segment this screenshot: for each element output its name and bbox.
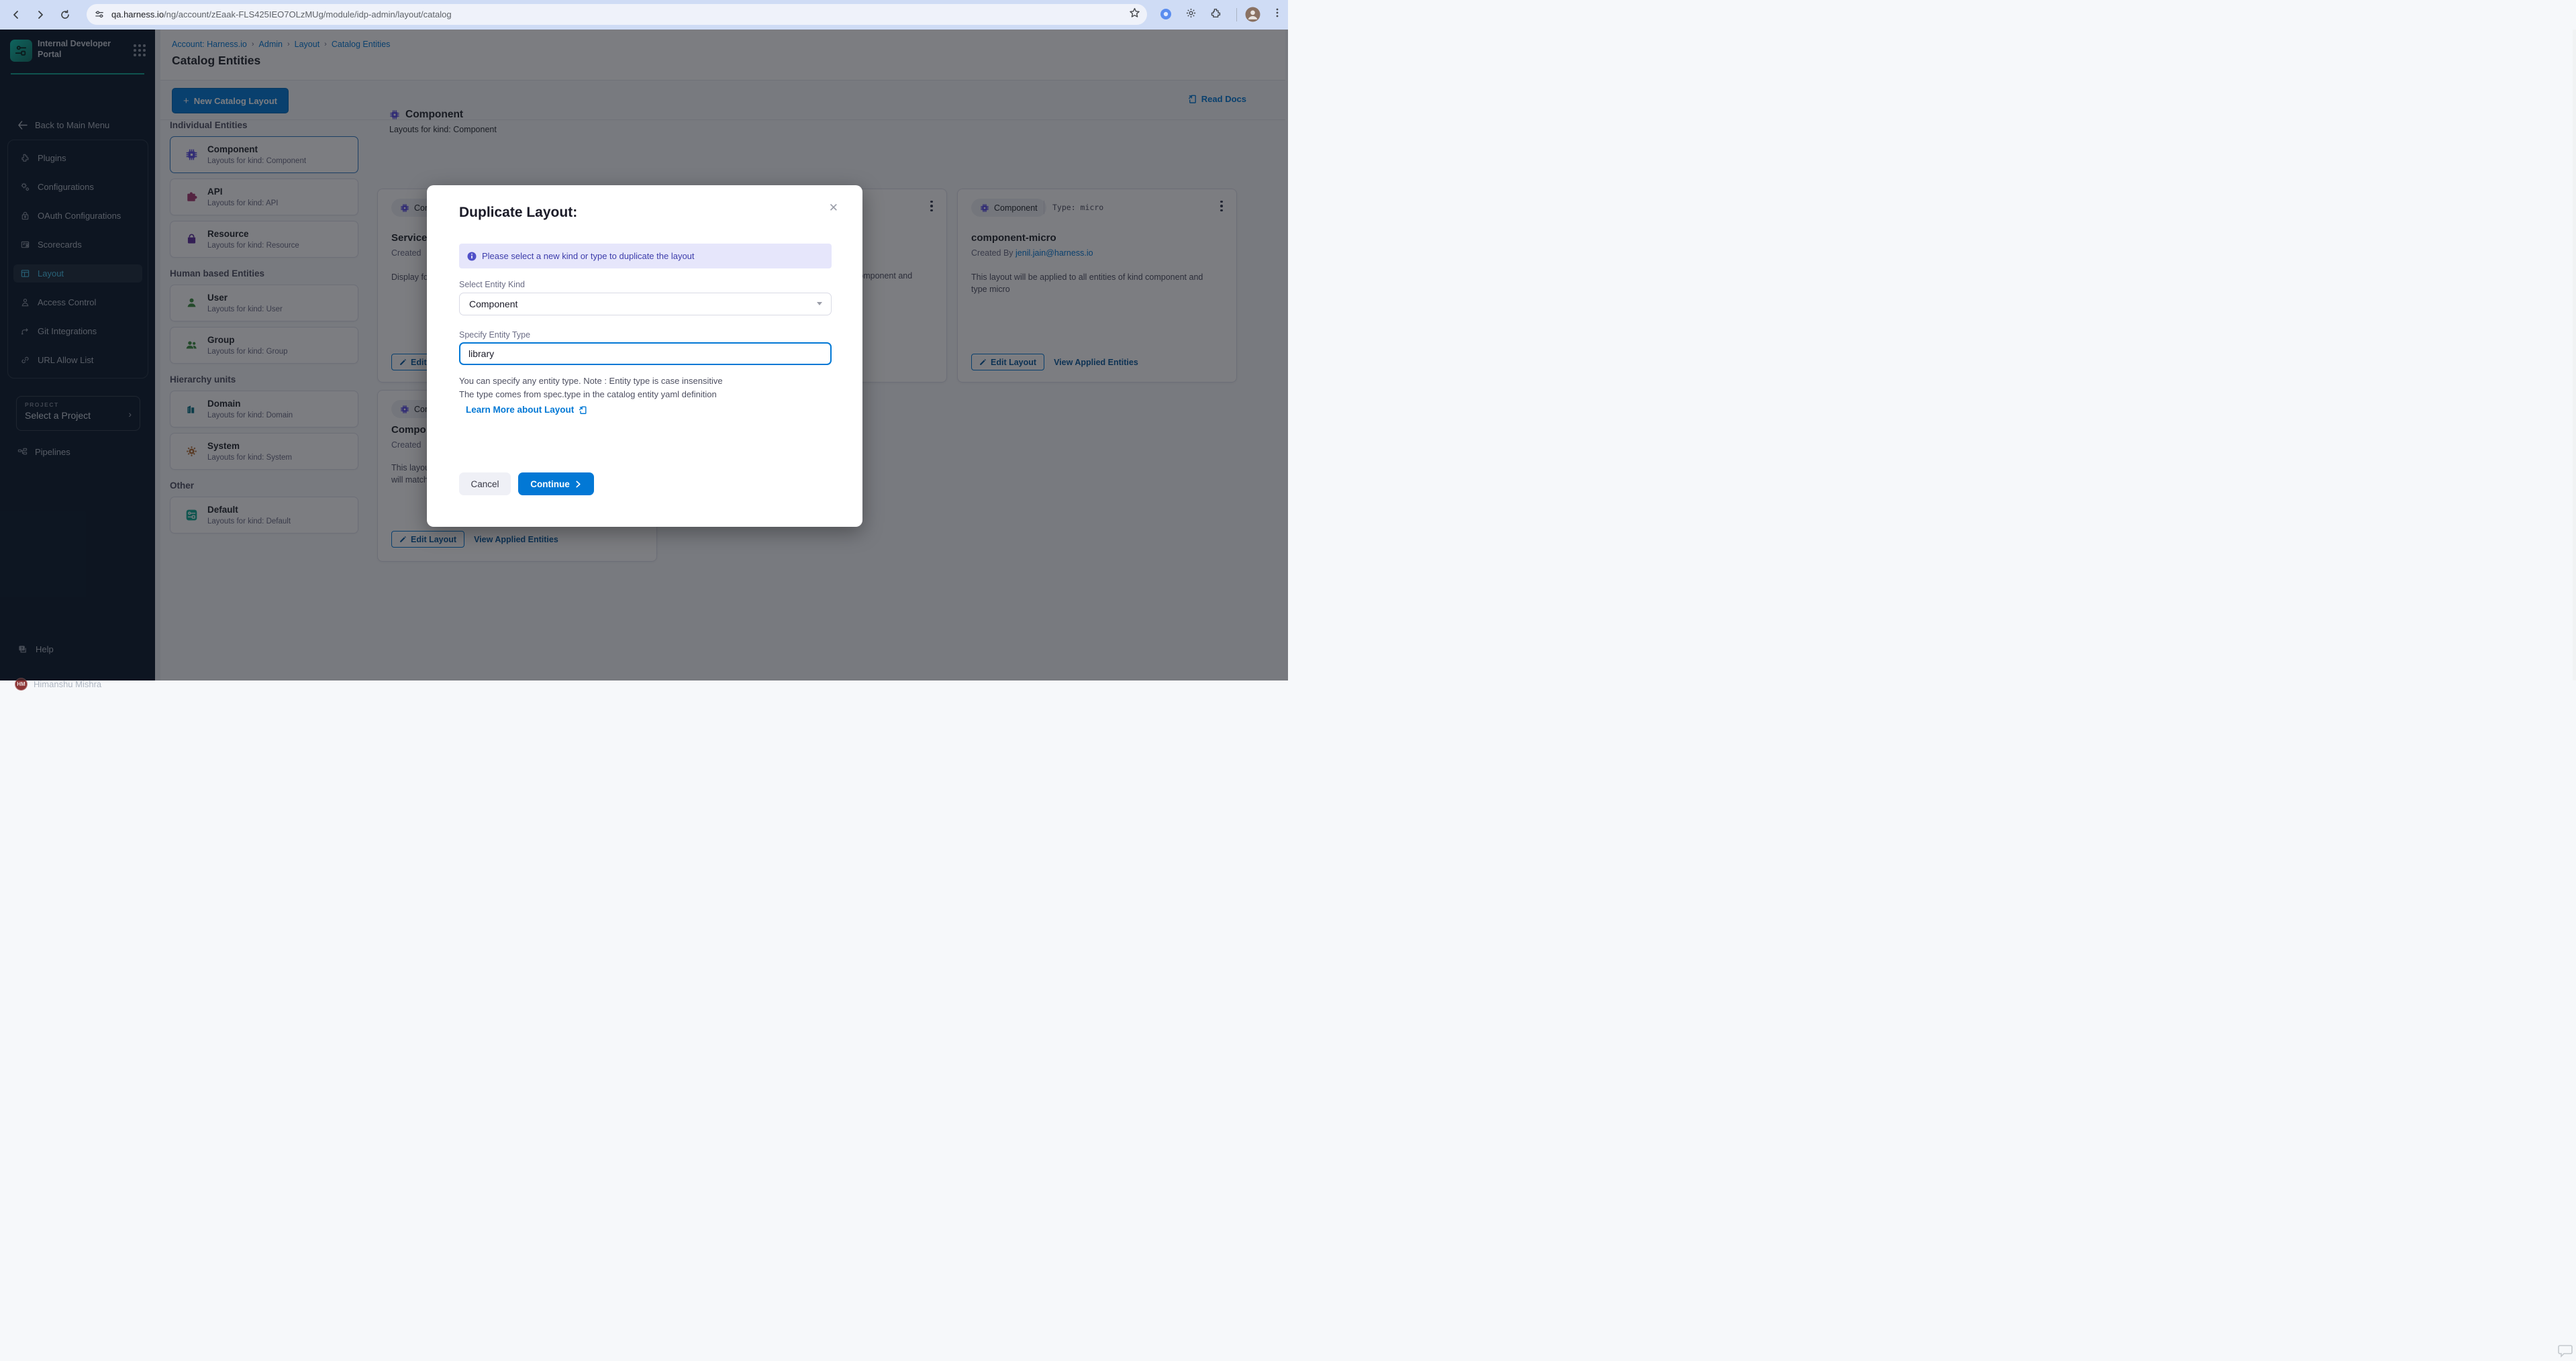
forward-icon[interactable] [32,7,48,23]
back-icon[interactable] [8,7,24,23]
url-text: qa.harness.io/ng/account/zEaak-FLS425IEO… [111,9,452,19]
browser-scrollbar[interactable] [2573,30,2576,680]
type-field-label: Specify Entity Type [459,330,530,340]
duplicate-layout-modal: Duplicate Layout: ✕ Please select a new … [427,185,862,527]
modal-title: Duplicate Layout: [459,205,577,221]
address-bar[interactable]: qa.harness.io/ng/account/zEaak-FLS425IEO… [87,4,1147,25]
chrome-menu-kebab-icon[interactable] [1272,7,1283,18]
cancel-button[interactable]: Cancel [459,472,511,495]
learn-more-link[interactable]: Learn More about Layout [466,405,587,415]
gear-icon[interactable] [1185,7,1197,19]
entity-type-input[interactable] [459,342,832,365]
refresh-icon[interactable] [57,7,73,23]
close-icon[interactable]: ✕ [829,201,838,215]
extensions-puzzle-icon[interactable] [1210,7,1222,19]
extension-badge-icon[interactable] [1160,8,1172,20]
chevron-down-icon [817,302,822,305]
info-banner: Please select a new kind or type to dupl… [459,244,832,268]
external-doc-icon [578,405,587,415]
kind-field-label: Select Entity Kind [459,280,525,289]
note-line-1: You can specify any entity type. Note : … [459,376,723,386]
chevron-right-icon [575,481,582,488]
bookmark-star-icon[interactable] [1129,7,1140,19]
profile-avatar[interactable] [1245,7,1260,22]
site-info-icon[interactable] [95,9,105,19]
toolbar-divider [1236,8,1237,21]
info-icon [467,252,477,261]
entity-kind-select[interactable]: Component [459,293,832,315]
note-line-2: The type comes from spec.type in the cat… [459,389,717,399]
browser-toolbar: qa.harness.io/ng/account/zEaak-FLS425IEO… [0,0,1288,30]
chat-help-icon[interactable] [2556,1342,2573,1358]
continue-button[interactable]: Continue [518,472,594,495]
